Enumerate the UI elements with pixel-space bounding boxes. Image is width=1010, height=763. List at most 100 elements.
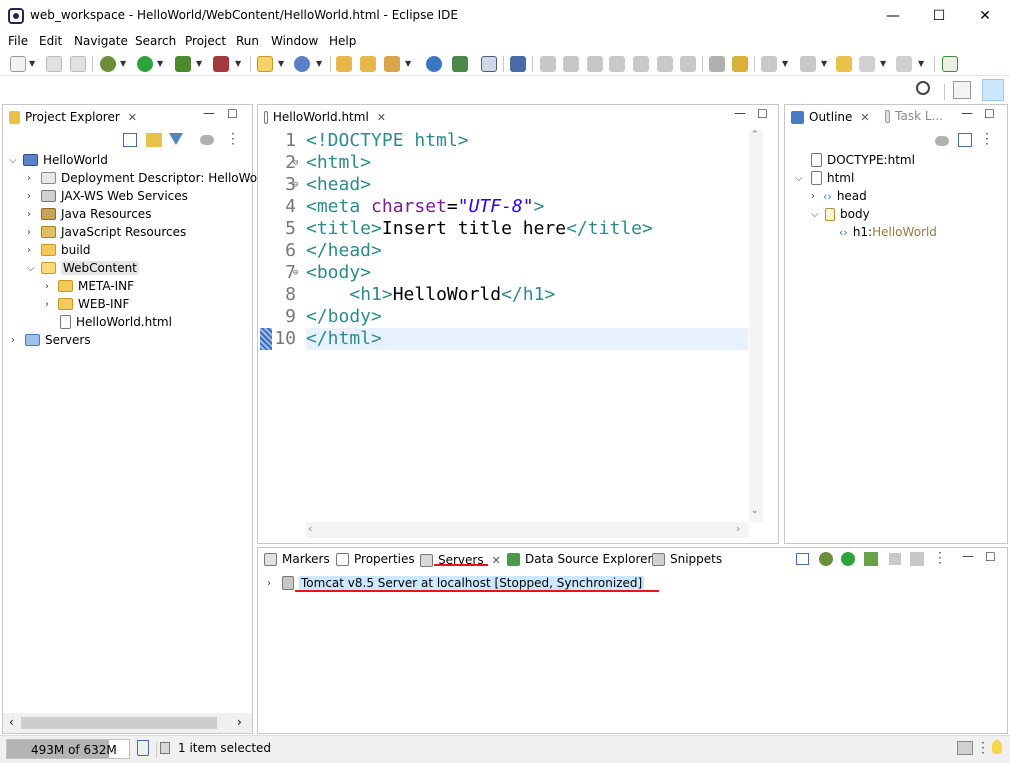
disconnect-icon[interactable] <box>609 56 625 72</box>
chevron-down-icon[interactable]: ▼ <box>29 59 35 68</box>
maximize-button[interactable]: ☐ <box>916 0 962 32</box>
back-icon[interactable] <box>859 56 875 72</box>
horizontal-scrollbar[interactable]: ‹ › <box>3 713 252 733</box>
console-icon[interactable] <box>481 56 497 72</box>
step-return-icon[interactable] <box>680 56 696 72</box>
chevron-right-icon[interactable]: › <box>27 173 37 184</box>
minimize-view-icon[interactable]: — <box>734 106 746 120</box>
profile-server-icon[interactable] <box>864 552 878 566</box>
tab-outline[interactable]: Outline ✕ <box>785 105 877 127</box>
chevron-down-icon[interactable]: ▼ <box>157 59 163 68</box>
menu-edit[interactable]: Edit <box>39 34 62 48</box>
maximize-view-icon[interactable]: ☐ <box>984 107 995 121</box>
toggle-breakpoint-icon[interactable] <box>510 56 526 72</box>
trash-icon[interactable] <box>137 740 149 756</box>
view-menu-icon[interactable]: · · · <box>938 547 942 569</box>
chevron-right-icon[interactable]: › <box>45 299 55 310</box>
open-type-icon[interactable] <box>336 56 352 72</box>
minimize-view-icon[interactable]: — <box>961 106 973 120</box>
fold-icon[interactable]: ⊖ <box>293 268 298 278</box>
view-menu-icon[interactable]: · · · <box>985 128 989 150</box>
last-edit-location-icon[interactable] <box>836 56 852 72</box>
minimize-view-icon[interactable]: — <box>203 106 215 120</box>
previous-edit-icon[interactable] <box>800 56 816 72</box>
debug-icon[interactable] <box>100 56 116 72</box>
editor-horizontal-scrollbar[interactable]: ‹ › <box>306 522 749 538</box>
external-tools-icon[interactable] <box>213 56 229 72</box>
chevron-down-icon[interactable]: ▼ <box>405 59 411 68</box>
terminate-icon[interactable] <box>587 56 603 72</box>
maximize-view-icon[interactable]: ☐ <box>757 107 768 121</box>
fold-icon[interactable]: ⊖ <box>293 180 298 190</box>
menu-window[interactable]: Window <box>271 34 318 48</box>
open-resource-icon[interactable] <box>360 56 376 72</box>
resume-icon[interactable] <box>540 56 556 72</box>
save-icon[interactable] <box>46 56 62 72</box>
debug-server-icon[interactable] <box>819 552 833 566</box>
chevron-right-icon[interactable]: › <box>267 578 277 589</box>
menu-help[interactable]: Help <box>329 34 356 48</box>
chevron-down-icon[interactable]: ▼ <box>821 59 827 68</box>
search-task-icon[interactable] <box>384 56 400 72</box>
maximize-view-icon[interactable]: ☐ <box>985 550 996 564</box>
close-window-button[interactable]: ✕ <box>962 0 1008 32</box>
tab-task-list[interactable]: Task L... <box>879 105 949 127</box>
chevron-down-icon[interactable]: ⌵ <box>811 209 821 220</box>
minimize-button[interactable]: — <box>870 0 916 32</box>
heap-status[interactable]: 493M of 632M <box>6 739 130 759</box>
tab-helloworld-html[interactable]: HelloWorld.html ✕ <box>258 105 392 127</box>
suspend-icon[interactable] <box>563 56 579 72</box>
close-icon[interactable]: ✕ <box>492 554 501 567</box>
search-icon[interactable] <box>916 81 930 95</box>
menu-search[interactable]: Search <box>135 34 176 48</box>
new-web-project-icon[interactable] <box>257 56 273 72</box>
link-with-editor-icon[interactable] <box>146 133 162 147</box>
scroll-up-icon[interactable]: ⌃ <box>751 130 759 140</box>
new-icon[interactable] <box>10 56 26 72</box>
filter-icon[interactable] <box>169 133 183 147</box>
chevron-down-icon[interactable]: ▼ <box>196 59 202 68</box>
chevron-down-icon[interactable]: ⌵ <box>27 263 37 274</box>
menu-run[interactable]: Run <box>236 34 259 48</box>
scroll-right-icon[interactable]: › <box>736 522 740 535</box>
minimize-view-icon[interactable]: — <box>962 549 974 563</box>
step-into-icon[interactable] <box>633 56 649 72</box>
tab-properties[interactable]: Properties <box>330 548 421 570</box>
chevron-down-icon[interactable]: ▼ <box>316 59 322 68</box>
open-perspective-icon[interactable] <box>953 81 971 99</box>
step-over-icon[interactable] <box>657 56 673 72</box>
editor-vertical-scrollbar[interactable]: ⌃ ⌄ <box>749 130 763 522</box>
new-java-class-icon[interactable] <box>294 56 310 72</box>
chevron-right-icon[interactable]: › <box>811 191 821 202</box>
next-annotation-icon[interactable] <box>732 56 748 72</box>
publish-icon[interactable] <box>910 552 924 566</box>
run-icon[interactable] <box>137 56 153 72</box>
focus-task-icon[interactable] <box>935 136 949 146</box>
menu-navigate[interactable]: Navigate <box>74 34 128 48</box>
tab-snippets[interactable]: Snippets <box>646 548 728 570</box>
tab-markers[interactable]: Markers <box>258 548 336 570</box>
chevron-down-icon[interactable]: ▼ <box>235 59 241 68</box>
start-server-icon[interactable] <box>841 552 855 566</box>
chevron-down-icon[interactable]: ▼ <box>918 59 924 68</box>
close-icon[interactable]: ✕ <box>860 111 869 124</box>
chevron-right-icon[interactable]: › <box>11 335 21 346</box>
view-menu-icon[interactable]: · · · <box>231 128 235 150</box>
menu-file[interactable]: File <box>8 34 28 48</box>
chevron-right-icon[interactable]: › <box>27 191 37 202</box>
run-server-icon[interactable] <box>175 56 191 72</box>
collapse-all-icon[interactable] <box>796 553 809 565</box>
chevron-down-icon[interactable]: ⌵ <box>9 155 19 166</box>
scrollbar-thumb[interactable] <box>21 717 217 729</box>
tab-data-source-explorer[interactable]: Data Source Explorer <box>501 548 658 570</box>
chevron-right-icon[interactable]: › <box>27 209 37 220</box>
chevron-down-icon[interactable]: ▼ <box>880 59 886 68</box>
tab-project-explorer[interactable]: Project Explorer ✕ <box>3 105 143 127</box>
chevron-down-icon[interactable]: ⌵ <box>795 173 805 184</box>
scroll-right-icon[interactable]: › <box>237 715 242 729</box>
use-step-filters-icon[interactable] <box>709 56 725 72</box>
menu-project[interactable]: Project <box>185 34 226 48</box>
chevron-down-icon[interactable]: ▼ <box>278 59 284 68</box>
forward-icon[interactable] <box>896 56 912 72</box>
chevron-right-icon[interactable]: › <box>27 227 37 238</box>
